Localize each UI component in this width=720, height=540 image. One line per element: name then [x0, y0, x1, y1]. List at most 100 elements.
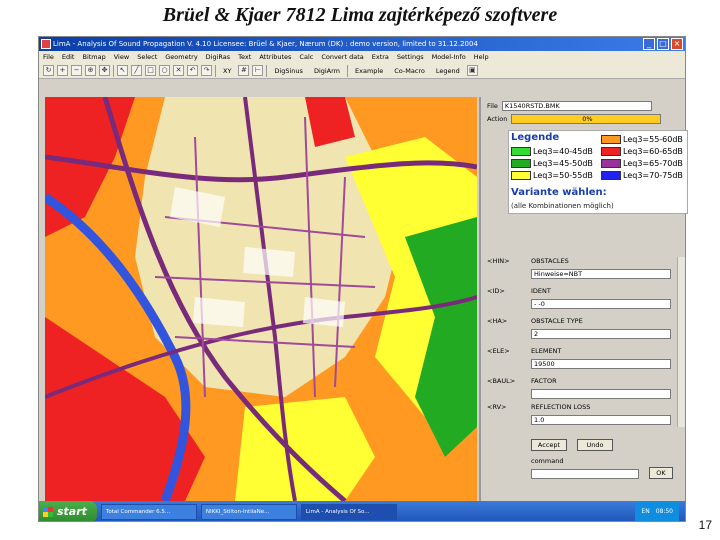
taskbar-item-lima[interactable]: LimA - Analysis Of So...	[300, 504, 397, 520]
accept-button[interactable]: Accept	[531, 439, 567, 451]
field-row-obstacle-type: <HA> OBSTACLE TYPE	[487, 317, 583, 325]
reflection-loss-input[interactable]: 1.0	[531, 415, 671, 425]
variant-title: Variante wählen:	[511, 187, 607, 198]
minimize-button[interactable]: _	[643, 38, 655, 50]
menu-edit[interactable]: Edit	[62, 51, 75, 63]
action-progress: 0%	[511, 114, 662, 124]
zoom-in-icon[interactable]: +	[57, 65, 68, 76]
obstacles-input[interactable]: Hinweise=NBT	[531, 269, 671, 279]
grid-icon[interactable]: #	[238, 65, 250, 76]
fields-scrollbar[interactable]	[677, 257, 685, 427]
pan-icon[interactable]: ✥	[99, 65, 110, 76]
page-number: 17	[698, 518, 712, 532]
noise-map[interactable]	[45, 97, 477, 501]
toolbar-separator	[215, 64, 216, 77]
screenshot-window: LimA - Analysis Of Sound Propagation V. …	[38, 36, 686, 522]
menu-extra[interactable]: Extra	[372, 51, 389, 63]
legend-swatch	[601, 171, 621, 180]
variant-subtitle: (alle Kombinationen möglich)	[511, 202, 614, 210]
window-titlebar: LimA - Analysis Of Sound Propagation V. …	[39, 37, 685, 51]
example-button[interactable]: Example	[351, 67, 387, 75]
menu-view[interactable]: View	[114, 51, 129, 63]
field-row-obstacles: <HIN> OBSTACLES	[487, 257, 569, 265]
field-row-element: <ELE> ELEMENT	[487, 347, 562, 355]
menu-help[interactable]: Help	[474, 51, 489, 63]
menu-select[interactable]: Select	[137, 51, 157, 63]
toolbar-separator	[113, 64, 114, 77]
ok-button[interactable]: OK	[649, 467, 673, 479]
windows-logo-icon	[43, 507, 53, 517]
menu-text[interactable]: Text	[238, 51, 251, 63]
undo-button[interactable]: Undo	[577, 439, 613, 451]
menu-geometry[interactable]: Geometry	[165, 51, 197, 63]
legend-overlay: Legende Leq3=40-45dB Leq3=45-50dB Leq3=5…	[508, 130, 688, 214]
menu-bar: File Edit Bitmap View Select Geometry Di…	[39, 51, 685, 63]
zoom-window-icon[interactable]: ⊕	[85, 65, 96, 76]
command-input[interactable]	[531, 469, 639, 479]
rectangle-icon[interactable]: □	[145, 65, 156, 76]
start-button[interactable]: start	[39, 501, 97, 521]
legend-item: Leq3=55-60dB	[601, 135, 683, 144]
legend-swatch	[511, 171, 531, 180]
noise-map-drawing	[45, 97, 477, 501]
menu-settings[interactable]: Settings	[397, 51, 424, 63]
factor-input[interactable]	[531, 389, 671, 399]
legend-swatch	[601, 147, 621, 156]
line-icon[interactable]: ╱	[131, 65, 142, 76]
action-row: Action 0%	[487, 114, 662, 124]
digsinus-button[interactable]: DigSinus	[270, 67, 307, 75]
zoom-out-icon[interactable]: −	[71, 65, 82, 76]
command-label: command	[531, 457, 564, 465]
maximize-button[interactable]: □	[657, 38, 669, 50]
circle-icon[interactable]: ○	[159, 65, 170, 76]
field-row-factor: <BAUL> FACTOR	[487, 377, 557, 385]
refresh-icon[interactable]: ↻	[43, 65, 54, 76]
field-row-ident: <ID> IDENT	[487, 287, 551, 295]
close-button[interactable]: ×	[671, 38, 683, 50]
system-tray: EN 08:50	[635, 501, 679, 521]
legend-item: Leq3=50-55dB	[511, 171, 593, 180]
obstacle-type-input[interactable]: 2	[531, 329, 671, 339]
menu-model-info[interactable]: Model-Info	[432, 51, 466, 63]
taskbar-item-total-commander[interactable]: Total Commander 6.5...	[100, 504, 197, 520]
toolbar: ↻ + − ⊕ ✥ ↖ ╱ □ ○ ✕ ↶ ↷ XY # ⊢ DigSinus …	[39, 63, 685, 79]
tray-clock: 08:50	[655, 508, 673, 515]
action-label: Action	[487, 115, 508, 123]
field-row-reflection-loss: <RV> REFLECTION LOSS	[487, 403, 591, 411]
file-label: File	[487, 102, 498, 110]
legend-title: Legende	[511, 132, 560, 143]
menu-convert-data[interactable]: Convert data	[321, 51, 363, 63]
slide-title: Brüel & Kjaer 7812 Lima zajtérképező szo…	[162, 4, 558, 26]
legend-item: Leq3=40-45dB	[511, 147, 593, 156]
menu-digiras[interactable]: DigiRas	[206, 51, 231, 63]
legend-swatch	[601, 159, 621, 168]
save-icon[interactable]: ▣	[466, 65, 478, 76]
menu-bitmap[interactable]: Bitmap	[82, 51, 105, 63]
undo-icon[interactable]: ↶	[187, 65, 198, 76]
cross-icon[interactable]: ✕	[173, 65, 184, 76]
digiarm-button[interactable]: DigiArm	[310, 67, 344, 75]
file-value: K1540RSTD.BMK	[501, 101, 652, 111]
taskbar-item-browser[interactable]: NIKKI_Stilton-IntiiaNe...	[200, 504, 297, 520]
menu-file[interactable]: File	[43, 51, 54, 63]
legend-item: Leq3=65-70dB	[601, 159, 683, 168]
legend-swatch	[601, 135, 621, 144]
start-label: start	[57, 505, 87, 518]
pointer-icon[interactable]: ↖	[117, 65, 128, 76]
toolbar-separator	[266, 64, 268, 77]
legend-item: Leq3=45-50dB	[511, 159, 593, 168]
co-macro-button[interactable]: Co-Macro	[390, 67, 429, 75]
language-indicator[interactable]: EN	[641, 501, 649, 521]
window-title: LimA - Analysis Of Sound Propagation V. …	[53, 40, 478, 48]
measure-icon[interactable]: ⊢	[252, 65, 264, 76]
menu-calc[interactable]: Calc	[299, 51, 313, 63]
toolbar-separator	[347, 64, 349, 77]
legend-item: Leq3=60-65dB	[601, 147, 683, 156]
redo-icon[interactable]: ↷	[201, 65, 212, 76]
element-input[interactable]: 19500	[531, 359, 671, 369]
ident-input[interactable]: - -0	[531, 299, 671, 309]
taskbar: start Total Commander 6.5... NIKKI_Stilt…	[39, 501, 685, 521]
legend-button[interactable]: Legend	[432, 67, 464, 75]
xy-button[interactable]: XY	[219, 67, 235, 75]
menu-attributes[interactable]: Attributes	[259, 51, 291, 63]
